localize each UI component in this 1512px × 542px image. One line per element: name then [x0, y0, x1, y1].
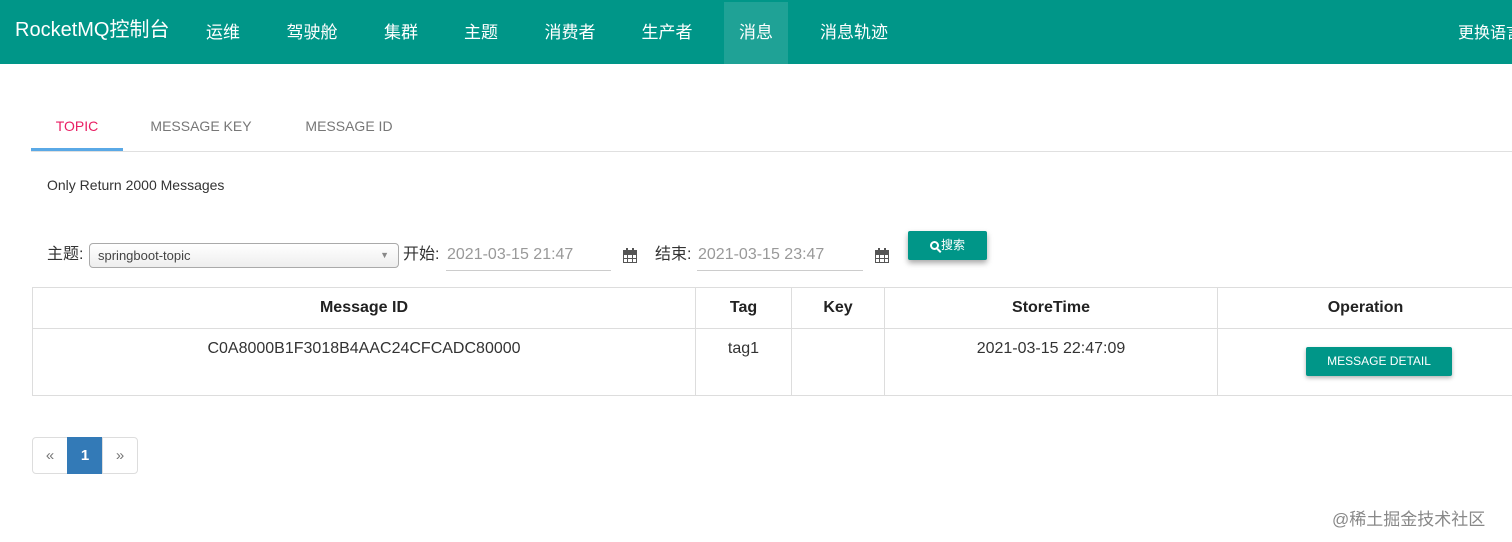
page-1-button[interactable]: 1	[67, 437, 103, 474]
topic-select[interactable]: springboot-topic ▼	[89, 243, 399, 268]
nav-item-ops[interactable]: 运维	[191, 2, 255, 64]
end-time-input[interactable]	[697, 240, 863, 271]
nav-item-producer[interactable]: 生产者	[631, 2, 703, 64]
cell-key	[792, 329, 885, 396]
nav-item-message[interactable]: 消息	[724, 2, 788, 64]
cell-message-id: C0A8000B1F3018B4AAC24CFCADC80000	[33, 329, 696, 396]
col-header-message-id: Message ID	[33, 288, 696, 329]
end-calendar-icon[interactable]	[875, 248, 889, 263]
search-button[interactable]: 搜索	[908, 231, 987, 260]
search-icon	[929, 241, 939, 250]
cell-operation: MESSAGE DETAIL	[1218, 329, 1512, 396]
nav-item-message-trace[interactable]: 消息轨迹	[809, 2, 899, 64]
cell-store-time: 2021-03-15 22:47:09	[885, 329, 1218, 396]
watermark: @稀土掘金技术社区	[1332, 510, 1486, 529]
tab-message-id[interactable]: MESSAGE ID	[289, 104, 409, 151]
search-mode-tabs: TOPIC MESSAGE KEY MESSAGE ID	[31, 104, 1512, 152]
topic-label: 主题:	[47, 246, 84, 263]
cell-tag: tag1	[696, 329, 792, 396]
start-calendar-icon[interactable]	[623, 248, 637, 263]
start-time-input[interactable]	[446, 240, 611, 271]
start-label: 开始:	[403, 246, 440, 263]
col-header-store-time: StoreTime	[885, 288, 1218, 329]
change-language-link[interactable]: 更换语言	[1458, 19, 1512, 43]
col-header-tag: Tag	[696, 288, 792, 329]
nav-item-cockpit[interactable]: 驾驶舱	[276, 2, 348, 64]
chevron-down-icon: ▼	[380, 250, 389, 260]
top-navbar: RocketMQ控制台 运维 驾驶舱 集群 主题 消费者 生产者 消息 消息轨迹…	[0, 0, 1512, 64]
col-header-operation: Operation	[1218, 288, 1512, 329]
message-table: Message ID Tag Key StoreTime Operation C…	[32, 287, 1512, 396]
end-label: 结束:	[655, 246, 692, 263]
col-header-key: Key	[792, 288, 885, 329]
brand-title[interactable]: RocketMQ控制台	[15, 17, 169, 43]
nav-item-topic[interactable]: 主题	[449, 2, 513, 64]
tab-topic[interactable]: TOPIC	[31, 104, 123, 151]
prev-page-button[interactable]: «	[32, 437, 68, 474]
result-limit-note: Only Return 2000 Messages	[47, 177, 225, 193]
search-button-label: 搜索	[940, 238, 965, 252]
topic-select-value: springboot-topic	[98, 248, 191, 263]
tab-message-key[interactable]: MESSAGE KEY	[135, 104, 267, 151]
nav-item-consumer[interactable]: 消费者	[534, 2, 606, 64]
next-page-button[interactable]: »	[102, 437, 138, 474]
message-detail-button[interactable]: MESSAGE DETAIL	[1306, 347, 1452, 376]
nav-item-cluster[interactable]: 集群	[369, 2, 433, 64]
